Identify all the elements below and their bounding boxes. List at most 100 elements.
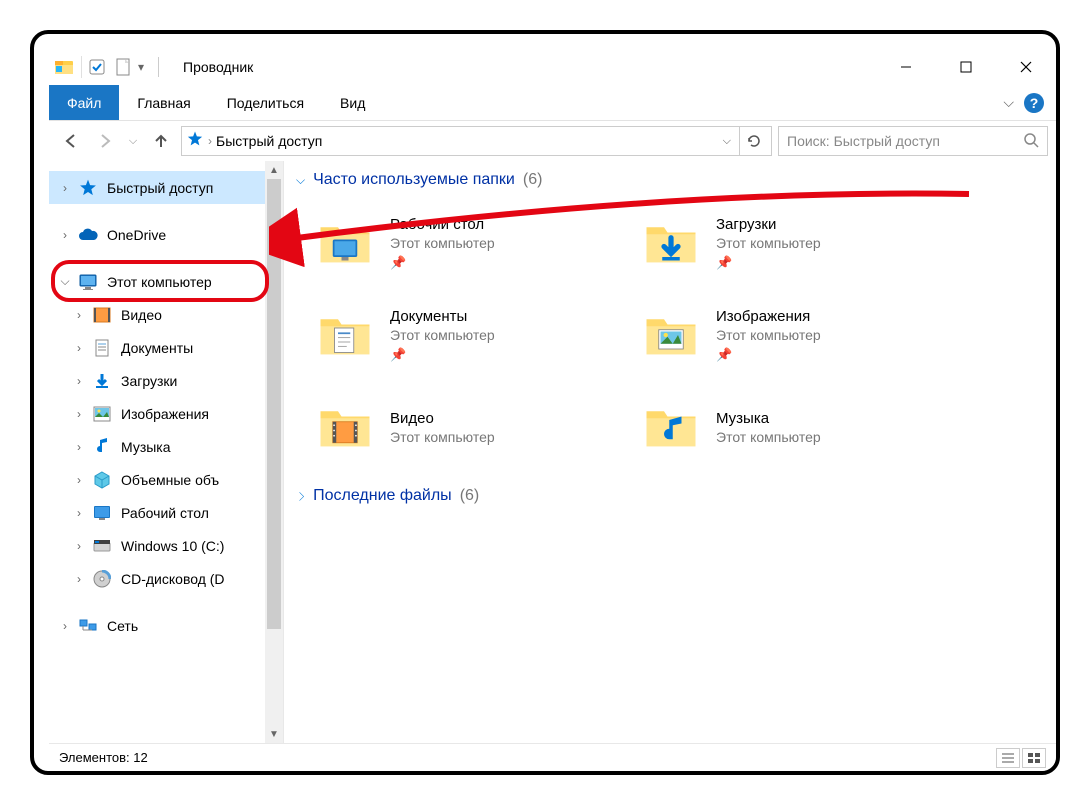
cd-icon — [91, 568, 113, 590]
chevron-right-icon[interactable]: › — [71, 374, 87, 388]
sidebar-item-label: Этот компьютер — [107, 274, 212, 290]
cube-icon — [91, 469, 113, 491]
chevron-right-icon[interactable]: › — [71, 473, 87, 487]
folder-name: Загрузки — [716, 216, 821, 233]
qat-properties-icon[interactable] — [88, 58, 106, 76]
address-dropdown-icon[interactable]: ⌵ — [717, 135, 737, 148]
scroll-down-icon[interactable]: ▼ — [265, 725, 283, 743]
chevron-right-icon[interactable]: › — [57, 619, 73, 633]
folder-item-music[interactable]: Музыка Этот компьютер — [636, 387, 946, 467]
group-recent-header[interactable]: ⌵ Последние файлы (6) — [296, 487, 1050, 505]
qat-dropdown-icon[interactable]: ▾ — [138, 60, 144, 74]
sidebar-item-cddrive[interactable]: › CD-дисковод (D — [49, 562, 283, 595]
help-icon[interactable]: ? — [1024, 93, 1044, 113]
sidebar-item-label: CD-дисковод (D — [121, 571, 225, 587]
folder-name: Музыка — [716, 410, 821, 427]
sidebar-item-thispc[interactable]: ⌵ Этот компьютер — [49, 265, 283, 298]
sidebar-item-label: Изображения — [121, 406, 209, 422]
chevron-right-icon[interactable]: › — [71, 440, 87, 454]
chevron-right-icon[interactable]: › — [71, 341, 87, 355]
star-icon — [77, 177, 99, 199]
downloads-icon — [91, 370, 113, 392]
search-placeholder: Поиск: Быстрый доступ — [787, 133, 940, 149]
sidebar-item-music[interactable]: › Музыка — [49, 430, 283, 463]
maximize-button[interactable] — [936, 49, 996, 85]
sidebar-item-videos[interactable]: › Видео — [49, 298, 283, 331]
sidebar-item-desktop[interactable]: › Рабочий стол — [49, 496, 283, 529]
sidebar-item-documents[interactable]: › Документы — [49, 331, 283, 364]
sidebar-item-pictures[interactable]: › Изображения — [49, 397, 283, 430]
search-input[interactable]: Поиск: Быстрый доступ — [778, 126, 1048, 156]
folder-documents-icon — [314, 304, 376, 366]
ribbon-expand-icon[interactable]: ⌵ — [1003, 94, 1014, 111]
view-icons-button[interactable] — [1022, 748, 1046, 768]
sidebar-item-label: Документы — [121, 340, 193, 356]
folder-item-videos[interactable]: Видео Этот компьютер — [310, 387, 620, 467]
folder-item-documents[interactable]: Документы Этот компьютер 📌 — [310, 295, 620, 375]
navbar: ⌵ › Быстрый доступ ⌵ Поиск: Быстрый дост… — [49, 121, 1056, 161]
chevron-right-icon[interactable]: › — [71, 308, 87, 322]
scroll-up-icon[interactable]: ▲ — [265, 161, 283, 179]
folder-item-downloads[interactable]: Загрузки Этот компьютер 📌 — [636, 203, 946, 283]
close-button[interactable] — [996, 49, 1056, 85]
pin-icon: 📌 — [716, 255, 821, 271]
search-icon — [1023, 132, 1039, 151]
scroll-thumb[interactable] — [267, 179, 281, 629]
folder-downloads-icon — [640, 212, 702, 274]
up-button[interactable] — [147, 127, 175, 155]
sidebar-item-downloads[interactable]: › Загрузки — [49, 364, 283, 397]
sidebar-item-drive-c[interactable]: › Windows 10 (C:) — [49, 529, 283, 562]
address-bar[interactable]: › Быстрый доступ ⌵ — [181, 126, 772, 156]
pin-icon: 📌 — [716, 347, 821, 363]
titlebar: ▾ Проводник — [49, 49, 1056, 85]
chevron-right-icon[interactable]: › — [71, 572, 87, 586]
folder-name: Рабочий стол — [390, 216, 495, 233]
folder-sub: Этот компьютер — [716, 327, 821, 343]
status-count: Элементов: 12 — [59, 750, 148, 765]
refresh-button[interactable] — [739, 127, 767, 155]
sidebar-scrollbar[interactable]: ▲ ▼ — [265, 161, 283, 743]
sidebar-item-label: Видео — [121, 307, 162, 323]
folder-desktop-icon — [314, 212, 376, 274]
folder-music-icon — [640, 396, 702, 458]
chevron-down-icon[interactable]: ⌵ — [296, 173, 305, 188]
minimize-button[interactable] — [876, 49, 936, 85]
forward-button[interactable] — [91, 127, 119, 155]
view-details-button[interactable] — [996, 748, 1020, 768]
screenshot-frame: ▾ Проводник Файл Главная Поделиться Вид … — [30, 30, 1060, 775]
sidebar-item-onedrive[interactable]: › OneDrive — [49, 218, 283, 251]
sidebar-item-3dobjects[interactable]: › Объемные объ — [49, 463, 283, 496]
group-frequent-header[interactable]: ⌵ Часто используемые папки (6) — [296, 171, 1050, 189]
sidebar-item-network[interactable]: › Сеть — [49, 609, 283, 642]
chevron-right-icon[interactable]: › — [57, 228, 73, 242]
chevron-down-icon[interactable]: ⌵ — [57, 274, 73, 289]
main-pane[interactable]: ⌵ Часто используемые папки (6) Рабочий с… — [284, 161, 1056, 743]
explorer-icon — [53, 56, 75, 78]
documents-icon — [91, 337, 113, 359]
tab-share[interactable]: Поделиться — [209, 85, 322, 120]
folder-sub: Этот компьютер — [390, 327, 495, 343]
breadcrumb-location[interactable]: Быстрый доступ — [216, 133, 322, 149]
group-label: Часто используемые папки — [313, 171, 515, 189]
sidebar-item-quickaccess[interactable]: › Быстрый доступ — [49, 171, 283, 204]
chevron-right-icon[interactable]: ⌵ — [293, 491, 308, 500]
pictures-icon — [91, 403, 113, 425]
tab-file[interactable]: Файл — [49, 85, 119, 120]
qat-newfolder-icon[interactable] — [112, 56, 134, 78]
chevron-right-icon[interactable]: › — [57, 181, 73, 195]
back-button[interactable] — [57, 127, 85, 155]
folder-item-pictures[interactable]: Изображения Этот компьютер 📌 — [636, 295, 946, 375]
desktop-icon — [91, 502, 113, 524]
breadcrumb-sep-icon[interactable]: › — [208, 134, 212, 148]
network-icon — [77, 615, 99, 637]
tab-home[interactable]: Главная — [119, 85, 208, 120]
chevron-right-icon[interactable]: › — [71, 506, 87, 520]
folder-item-desktop[interactable]: Рабочий стол Этот компьютер 📌 — [310, 203, 620, 283]
folder-name: Изображения — [716, 308, 821, 325]
pin-icon: 📌 — [390, 255, 495, 271]
folder-name: Видео — [390, 410, 495, 427]
chevron-right-icon[interactable]: › — [71, 407, 87, 421]
chevron-right-icon[interactable]: › — [71, 539, 87, 553]
tab-view[interactable]: Вид — [322, 85, 383, 120]
history-dropdown[interactable]: ⌵ — [125, 127, 141, 155]
